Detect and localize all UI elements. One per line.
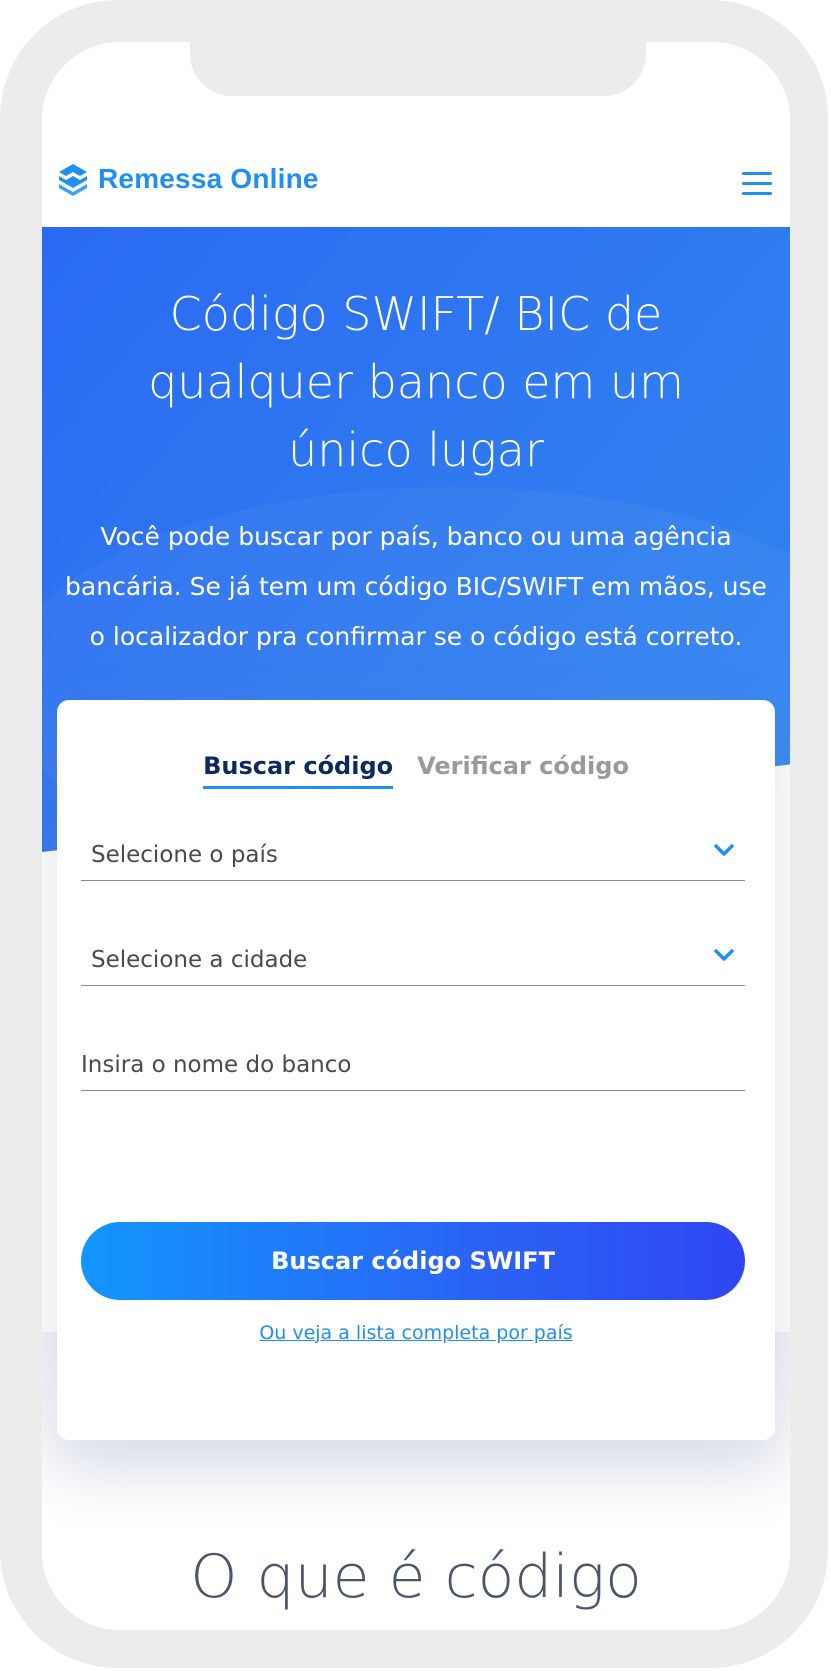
bank-name-input[interactable]: Insira o nome do banco bbox=[81, 1032, 745, 1091]
page-frame: Remessa Online Código SWIFT/ BIC de qual… bbox=[0, 0, 831, 1671]
phone-notch bbox=[190, 42, 646, 96]
city-select[interactable]: Selecione a cidade bbox=[81, 927, 745, 986]
hero-title: Código SWIFT/ BIC de qualquer banco em u… bbox=[148, 287, 684, 477]
brand-name: Remessa Online bbox=[98, 163, 319, 194]
country-select-label: Selecione o país bbox=[91, 842, 278, 868]
city-select-label: Selecione a cidade bbox=[91, 947, 308, 973]
search-tabs: Buscar código Verificar código bbox=[57, 752, 775, 789]
hamburger-menu-icon[interactable] bbox=[742, 168, 774, 198]
section-heading: O que é código bbox=[190, 1542, 642, 1612]
hero-subtitle: Você pode buscar por país, banco ou uma … bbox=[65, 522, 767, 651]
country-select[interactable]: Selecione o país bbox=[81, 822, 745, 881]
tab-buscar-codigo[interactable]: Buscar código bbox=[203, 752, 394, 789]
remessa-logo-icon bbox=[59, 164, 87, 196]
site-header: Remessa Online bbox=[42, 96, 790, 227]
chevron-down-icon bbox=[714, 844, 734, 856]
full-list-link[interactable]: Ou veja a lista completa por país bbox=[57, 1322, 775, 1344]
swift-search-card: Buscar código Verificar código Selecione… bbox=[57, 700, 775, 1440]
tab-verificar-codigo[interactable]: Verificar código bbox=[417, 752, 629, 789]
chevron-down-icon bbox=[714, 949, 734, 961]
search-swift-button[interactable]: Buscar código SWIFT bbox=[81, 1222, 745, 1300]
phone-screen: Remessa Online Código SWIFT/ BIC de qual… bbox=[42, 42, 790, 1630]
brand-logo[interactable]: Remessa Online bbox=[56, 162, 319, 196]
bank-name-placeholder: Insira o nome do banco bbox=[81, 1052, 352, 1078]
